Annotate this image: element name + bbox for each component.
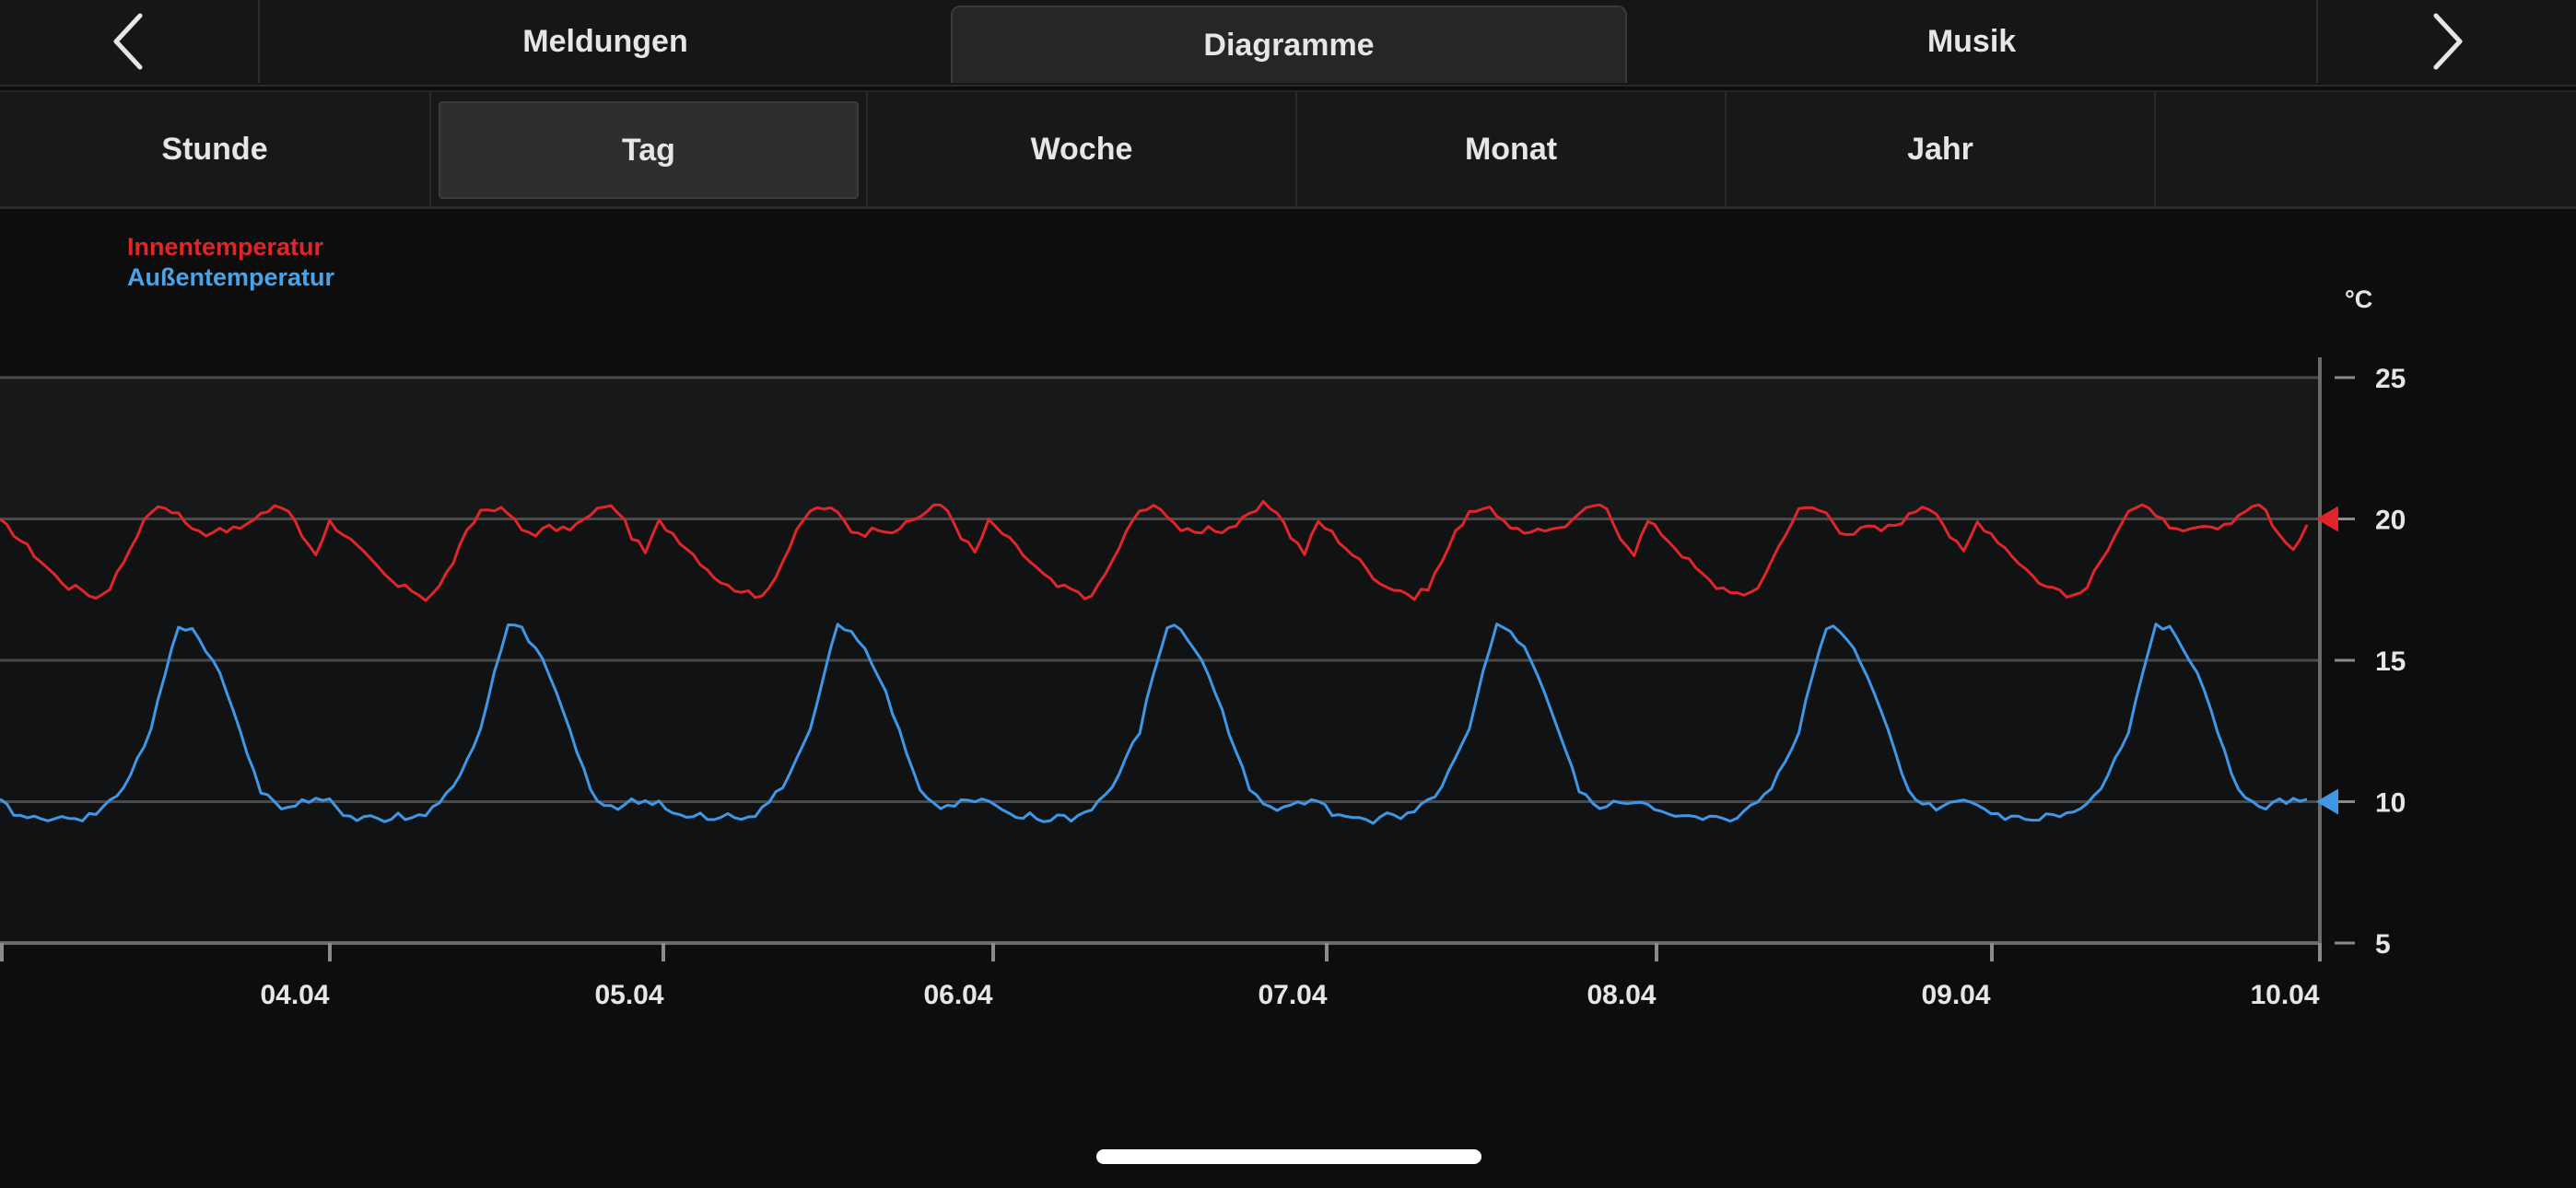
tab-meldungen[interactable]: Meldungen	[260, 0, 951, 83]
x-tick-label: 04.04	[260, 980, 329, 1010]
chevron-right-icon	[2429, 12, 2465, 71]
x-tick-label: 05.04	[594, 980, 663, 1010]
app-screen: Meldungen Diagramme Musik Stunde Tag Woc…	[0, 0, 2576, 1188]
next-button[interactable]	[2318, 0, 2576, 83]
x-tick-label: 08.04	[1587, 980, 1656, 1010]
tab-label: Jahr	[1907, 131, 1973, 167]
x-tick-label: 06.04	[923, 980, 992, 1010]
tab-stunde[interactable]: Stunde	[0, 92, 429, 206]
tab-label: Diagramme	[1203, 27, 1375, 63]
y-tick-label: 15	[2375, 646, 2406, 677]
tab-tag[interactable]: Tag	[439, 101, 859, 199]
y-tick-label: 20	[2375, 506, 2406, 536]
tab-musik[interactable]: Musik	[1627, 0, 2316, 83]
period-tab-bar: Stunde Tag Woche Monat Jahr	[0, 90, 2576, 209]
x-tick-label: 09.04	[1921, 980, 1990, 1010]
home-indicator[interactable]	[1096, 1149, 1481, 1164]
tab-monat[interactable]: Monat	[1297, 92, 1725, 206]
x-tick-label: 10.04	[2250, 980, 2319, 1010]
tab-label: Meldungen	[522, 23, 688, 59]
top-nav-bar: Meldungen Diagramme Musik	[0, 0, 2576, 87]
tab-diagramme[interactable]: Diagramme	[951, 6, 1627, 83]
tab-label: Monat	[1464, 131, 1558, 167]
x-tick-label: 07.04	[1258, 980, 1327, 1010]
y-tick-label: 10	[2375, 788, 2406, 819]
tab-label: Stunde	[161, 131, 268, 167]
tab-woche[interactable]: Woche	[868, 92, 1295, 206]
prev-button[interactable]	[0, 0, 258, 83]
temperature-chart[interactable]: 5 10 15 20 25 04.04 05.04 06.04 07.04 08.04 09.04 1…	[0, 212, 2576, 1041]
y-tick-label: 25	[2375, 364, 2406, 394]
tab-label: Woche	[1030, 131, 1133, 167]
y-tick-label: 5	[2375, 929, 2391, 960]
plot-band	[0, 378, 2320, 519]
chevron-left-icon	[111, 12, 147, 71]
tab-jahr[interactable]: Jahr	[1727, 92, 2154, 206]
tab-label: Tag	[622, 132, 675, 168]
tab-label: Musik	[1926, 23, 2017, 59]
